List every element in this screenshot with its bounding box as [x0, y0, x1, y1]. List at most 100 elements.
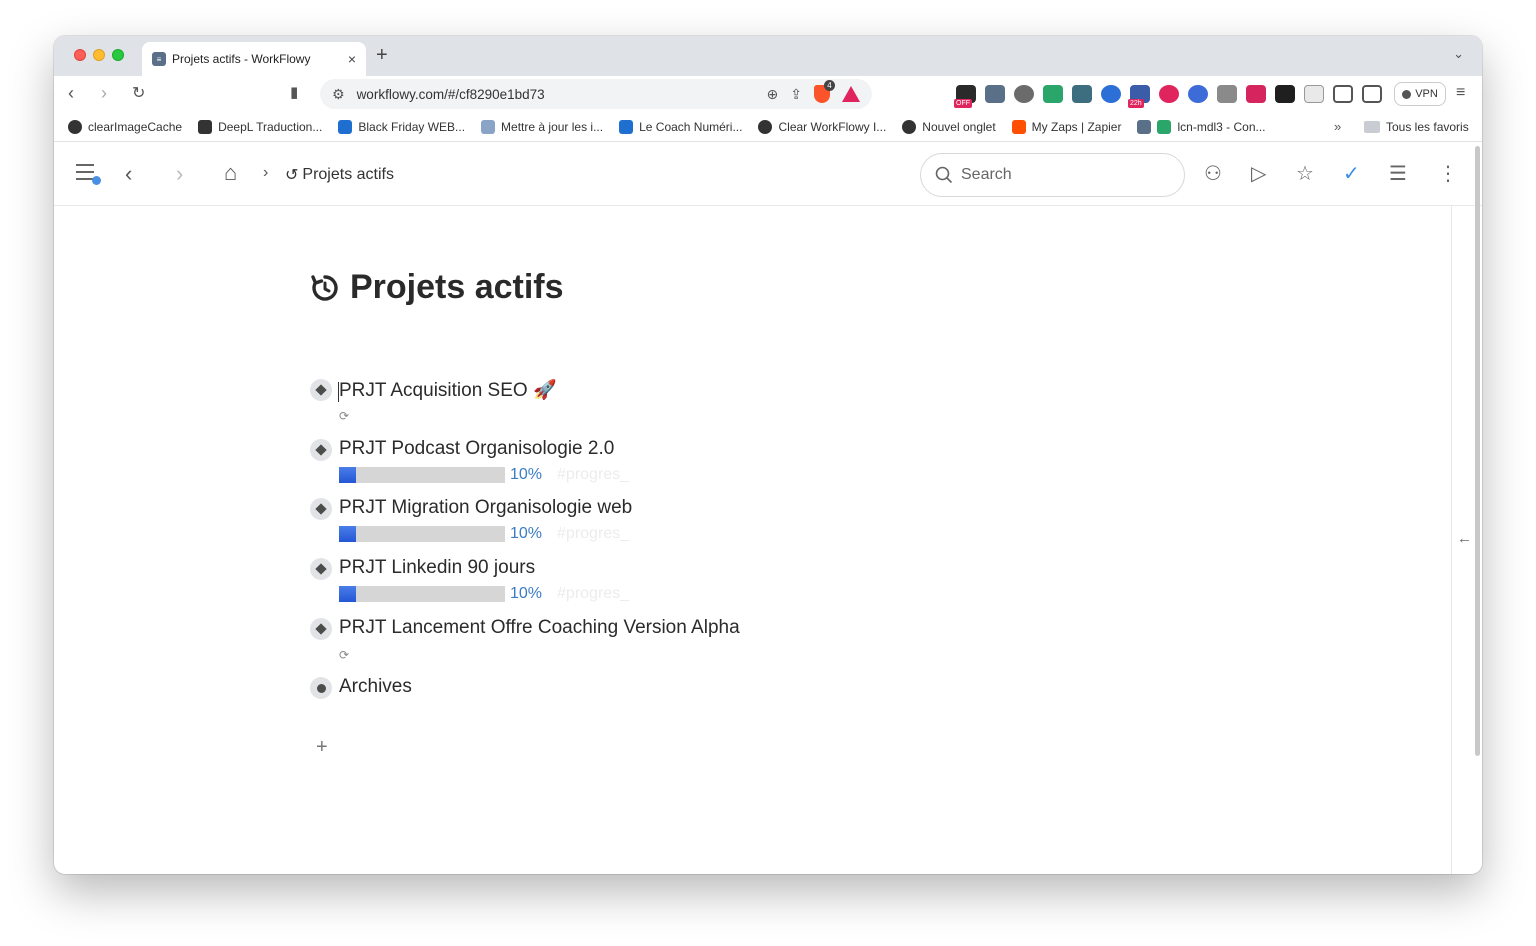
bookmark-item[interactable]: Mettre à jour les i...: [481, 119, 603, 134]
item-title[interactable]: PRJT Lancement Offre Coaching Version Al…: [339, 617, 740, 639]
scrollbar[interactable]: [1475, 146, 1480, 756]
item-bullet[interactable]: [310, 379, 332, 401]
brave-rewards-icon[interactable]: [842, 86, 860, 102]
browser-toolbar: ‹ › ↻ ▮ ⚙ workflowy.com/#/cf8290e1bd73 ⊕…: [54, 76, 1482, 112]
item-title[interactable]: Archives: [339, 676, 412, 698]
site-settings-icon[interactable]: ⚙: [332, 86, 345, 103]
vpn-label: VPN: [1415, 88, 1438, 100]
list-item[interactable]: PRJT Linkedin 90 jours 10% #progres_: [310, 553, 1010, 613]
share-icon[interactable]: ⇪: [790, 86, 802, 103]
extension-network-icon[interactable]: [1072, 85, 1092, 103]
deepl-icon: [198, 119, 213, 134]
bookmark-icon[interactable]: ▮: [290, 83, 298, 101]
browser-menu-icon[interactable]: ≡: [1456, 84, 1465, 102]
extension-camera-icon[interactable]: [1217, 85, 1237, 103]
bookmark-item[interactable]: Le Coach Numéri...: [619, 119, 742, 134]
extension-snowflake-icon[interactable]: [1188, 85, 1208, 103]
tab-close-icon[interactable]: ×: [348, 51, 356, 67]
progress-bar-fill: [339, 526, 356, 543]
zoom-icon[interactable]: ⊕: [767, 86, 779, 103]
progress-bar-fill: [339, 586, 356, 603]
expand-panel-arrow-icon[interactable]: ←: [1457, 530, 1472, 547]
bookmark-item[interactable]: My Zaps | Zapier: [1011, 119, 1121, 134]
item-bullet[interactable]: [310, 558, 332, 581]
bookmark-item[interactable]: Nouvel onglet: [902, 119, 996, 134]
globe-icon: [902, 119, 917, 134]
zoom-window-button[interactable]: [112, 49, 124, 61]
minimize-window-button[interactable]: [93, 49, 105, 61]
page-title-text[interactable]: Projets actifs: [350, 268, 564, 307]
wallet-icon[interactable]: [1362, 85, 1382, 103]
extension-1password-icon[interactable]: [1101, 85, 1121, 103]
item-title[interactable]: PRJT Acquisition SEO 🚀: [339, 378, 557, 402]
progress-tag[interactable]: #progres_: [557, 585, 629, 603]
progress-percent: 10%: [510, 525, 543, 543]
item-title[interactable]: PRJT Linkedin 90 jours: [339, 557, 535, 579]
bookmark-item[interactable]: clearImageCache: [68, 119, 182, 134]
globe-icon: [68, 119, 82, 134]
list-item[interactable]: PRJT Podcast Organisologie 2.0 10% #prog…: [310, 434, 1010, 494]
item-bullet[interactable]: [310, 498, 332, 521]
search-icon: [935, 166, 953, 184]
vpn-button[interactable]: VPN: [1394, 82, 1446, 106]
item-note[interactable]: ⟳: [339, 409, 349, 423]
new-tab-button[interactable]: +: [376, 44, 388, 67]
bookmark-item[interactable]: DeepL Traduction...: [198, 119, 322, 134]
more-options-icon[interactable]: ⋮: [1438, 161, 1458, 186]
play-icon[interactable]: ▷: [1251, 161, 1266, 186]
star-icon[interactable]: ☆: [1296, 161, 1314, 186]
search-box[interactable]: [920, 153, 1185, 197]
item-bullet[interactable]: [310, 617, 332, 640]
item-title[interactable]: PRJT Podcast Organisologie 2.0: [339, 438, 614, 460]
list-item[interactable]: Archives: [310, 672, 1010, 732]
address-bar[interactable]: ⚙ workflowy.com/#/cf8290e1bd73 ⊕ ⇪ 4: [320, 79, 872, 109]
close-window-button[interactable]: [74, 49, 86, 61]
back-arrow-icon[interactable]: ‹: [68, 83, 74, 104]
item-note[interactable]: ⟳: [339, 648, 349, 662]
progress-tag[interactable]: #progres_: [557, 466, 629, 484]
extension-calendar-icon[interactable]: 22h: [1128, 85, 1150, 108]
search-input[interactable]: [961, 166, 1161, 184]
forward-arrow-icon[interactable]: ›: [176, 161, 183, 187]
tab-search-chevron-icon[interactable]: ⌄: [1453, 46, 1464, 62]
extensions-puzzle-icon[interactable]: [1304, 85, 1324, 103]
all-bookmarks-folder[interactable]: Tous les favoris: [1364, 120, 1469, 134]
progress-tag[interactable]: #progres_: [557, 525, 629, 543]
sidebar-toggle-icon[interactable]: [1333, 85, 1353, 103]
more-bookmarks-button[interactable]: »: [1334, 119, 1341, 134]
extension-1t-icon[interactable]: OFF: [954, 85, 976, 108]
extension-video-icon[interactable]: [1246, 85, 1266, 103]
item-bullet[interactable]: [310, 677, 332, 700]
share-add-user-icon[interactable]: ⚇: [1204, 161, 1222, 186]
bookmark-item[interactable]: Clear WorkFlowy I...: [758, 119, 886, 134]
browser-window: ≡ Projets actifs - WorkFlowy × + ⌄ ‹ › ↻…: [54, 36, 1482, 874]
list-item[interactable]: PRJT Acquisition SEO 🚀 ⟳: [310, 374, 1010, 434]
checkmark-icon: [1157, 119, 1172, 134]
bookmark-item[interactable]: lcn-mdl3 - Con...: [1137, 119, 1266, 134]
forward-arrow-icon[interactable]: ›: [101, 83, 107, 104]
list-view-icon[interactable]: ☰: [1389, 161, 1407, 186]
page-title: Projets actifs: [310, 268, 564, 307]
outlook-icon: [338, 119, 353, 134]
list-item[interactable]: PRJT Migration Organisologie web 10% #pr…: [310, 493, 1010, 553]
extension-notion-icon[interactable]: [1275, 85, 1295, 103]
bookmark-item[interactable]: Black Friday WEB...: [338, 119, 465, 134]
reload-icon[interactable]: ↻: [132, 83, 145, 103]
home-icon[interactable]: ⌂: [224, 160, 237, 186]
list-item[interactable]: PRJT Lancement Offre Coaching Version Al…: [310, 613, 1010, 673]
breadcrumb[interactable]: ↺ Projets actifs: [285, 165, 394, 185]
add-item-button[interactable]: +: [316, 736, 328, 759]
sidebar-menu-button[interactable]: [76, 164, 101, 185]
extension-workflowy-icon[interactable]: [985, 85, 1005, 103]
completed-check-icon[interactable]: ✓: [1343, 161, 1360, 186]
extension-tomato-icon[interactable]: [1014, 85, 1034, 103]
extension-play-icon[interactable]: [1159, 85, 1179, 103]
browser-tab-active[interactable]: ≡ Projets actifs - WorkFlowy ×: [142, 42, 366, 76]
item-title[interactable]: PRJT Migration Organisologie web: [339, 497, 632, 519]
progress-bar-fill: [339, 466, 356, 483]
brave-shield-icon[interactable]: 4: [814, 80, 835, 103]
item-bullet[interactable]: [310, 438, 332, 461]
extension-green-icon[interactable]: [1043, 85, 1063, 103]
url-text[interactable]: workflowy.com/#/cf8290e1bd73: [357, 87, 755, 102]
back-arrow-icon[interactable]: ‹: [125, 161, 132, 187]
